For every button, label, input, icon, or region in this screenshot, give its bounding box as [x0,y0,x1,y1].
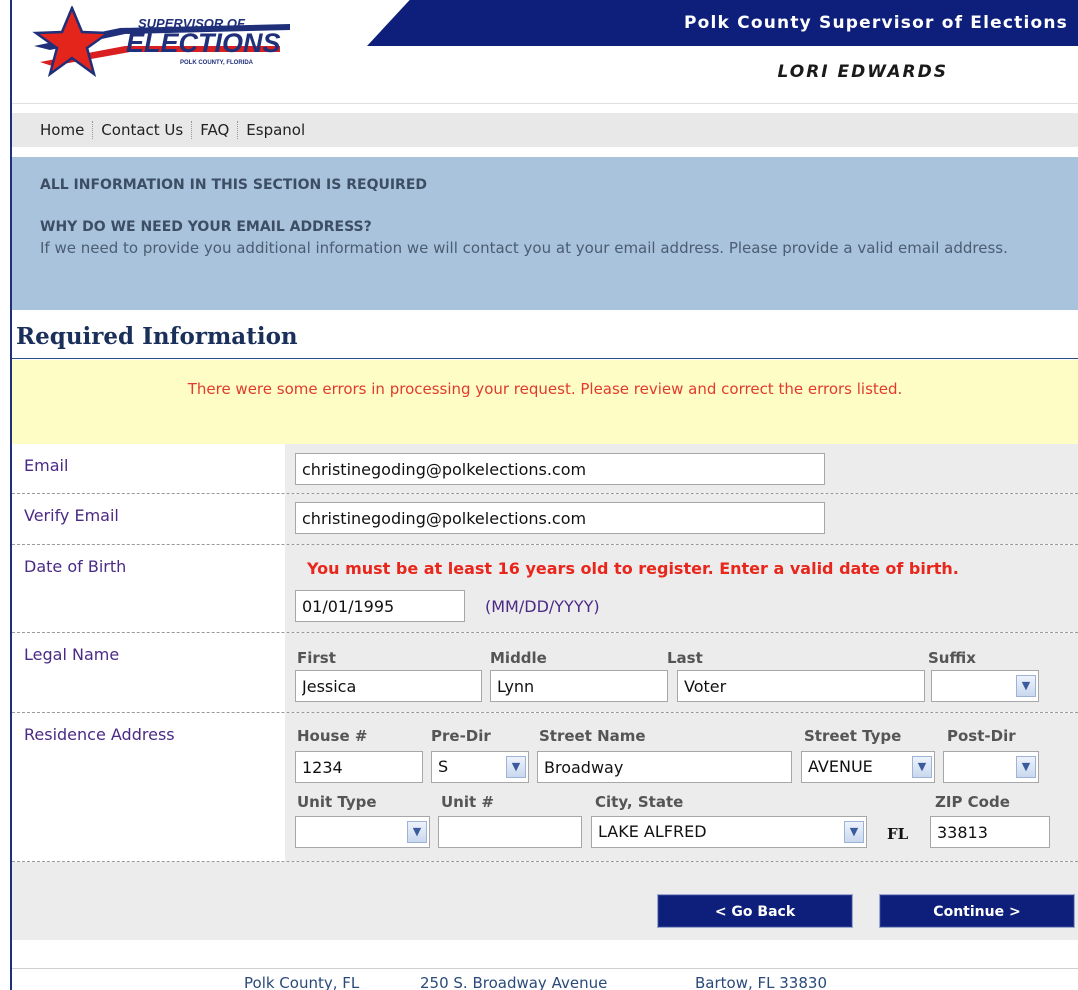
legal-name-field-cell: First Middle Last Suffix ▼ [285,633,1078,712]
email-row: Email [12,444,1078,494]
why-email-text: If we need to provide you additional inf… [40,239,1008,257]
address-field-cell: House # Pre-Dir S ▼ Street Name Street T… [285,713,1078,861]
pre-dir-value: S [438,757,449,776]
email-field-cell [285,444,1078,493]
street-name-input[interactable] [537,751,792,783]
unit-number-label: Unit # [441,793,494,811]
legal-name-row: Legal Name First Middle Last Suffix ▼ [12,633,1078,713]
unit-number-input[interactable] [438,816,582,848]
street-type-value: AVENUE [808,757,873,776]
dob-error: You must be at least 16 years old to reg… [307,559,959,578]
street-type-label: Street Type [804,727,902,745]
post-dir-select[interactable]: ▼ [943,751,1039,783]
continue-button[interactable]: Continue > [879,894,1075,928]
required-note: ALL INFORMATION IN THIS SECTION IS REQUI… [40,177,428,193]
footer-county: Polk County, FL [244,974,360,990]
legal-name-label: Legal Name [24,645,120,664]
site-title: Polk County Supervisor of Elections [683,13,1068,33]
footer-city: Bartow, FL 33830 [695,974,827,990]
middle-name-input[interactable] [490,670,668,702]
verify-email-field-cell [285,494,1078,544]
unit-type-select[interactable]: ▼ [295,816,430,848]
unit-type-label: Unit Type [297,793,377,811]
dob-row: Date of Birth You must be at least 16 ye… [12,545,1078,633]
chevron-down-icon[interactable]: ▼ [1016,756,1036,778]
verify-email-row: Verify Email [12,494,1078,545]
footer-street: 250 S. Broadway Avenue [420,974,608,990]
last-name-input[interactable] [677,670,925,702]
info-panel: ALL INFORMATION IN THIS SECTION IS REQUI… [12,157,1078,310]
city-value: LAKE ALFRED [598,822,707,841]
zip-code-input[interactable] [930,816,1050,848]
button-bar: < Go Back Continue > [12,862,1078,940]
dob-input[interactable] [295,590,465,622]
chevron-down-icon[interactable]: ▼ [506,756,526,778]
dob-field-cell: You must be at least 16 years old to reg… [285,545,1078,632]
nav-home[interactable]: Home [32,121,92,139]
chevron-down-icon[interactable]: ▼ [844,821,864,843]
error-summary: There were some errors in processing you… [12,360,1078,444]
pre-dir-select[interactable]: S ▼ [431,751,529,783]
nav-contact-us[interactable]: Contact Us [93,121,191,139]
verify-email-label: Verify Email [24,506,119,525]
state-code: FL [887,825,909,843]
footer-divider [12,968,1078,969]
top-nav: Home Contact Us FAQ Espanol [12,113,1078,147]
star-logo-icon: SUPERVISOR OF ELECTIONS POLK COUNTY, FLO… [32,4,290,78]
post-dir-label: Post-Dir [947,727,1016,745]
first-name-label: First [297,649,336,667]
city-select[interactable]: LAKE ALFRED ▼ [591,816,867,848]
chevron-down-icon[interactable]: ▼ [912,756,932,778]
dob-format-hint: (MM/DD/YYYY) [485,597,600,616]
section-divider [12,358,1078,359]
supervisor-name: LORI EDWARDS [777,62,948,82]
middle-name-label: Middle [490,649,547,667]
verify-email-input[interactable] [295,502,825,534]
zip-code-label: ZIP Code [935,793,1010,811]
dob-label: Date of Birth [24,557,127,576]
email-label: Email [24,456,69,475]
nav-faq[interactable]: FAQ [192,121,237,139]
go-back-button[interactable]: < Go Back [657,894,853,928]
house-number-label: House # [297,727,368,745]
street-name-label: Street Name [539,727,646,745]
section-title: Required Information [16,323,298,350]
email-input[interactable] [295,453,825,485]
house-number-input[interactable] [295,751,423,783]
chevron-down-icon[interactable]: ▼ [407,821,427,843]
last-name-label: Last [667,649,703,667]
street-type-select[interactable]: AVENUE ▼ [801,751,935,783]
svg-text:POLK COUNTY, FLORIDA: POLK COUNTY, FLORIDA [180,60,254,66]
error-summary-text: There were some errors in processing you… [187,380,903,398]
page-frame: SUPERVISOR OF ELECTIONS POLK COUNTY, FLO… [10,0,1078,990]
why-email-heading: WHY DO WE NEED YOUR EMAIL ADDRESS? [40,219,372,235]
elections-logo[interactable]: SUPERVISOR OF ELECTIONS POLK COUNTY, FLO… [30,4,300,78]
suffix-label: Suffix [928,649,976,667]
first-name-input[interactable] [295,670,482,702]
pre-dir-label: Pre-Dir [431,727,491,745]
chevron-down-icon[interactable]: ▼ [1016,675,1036,697]
site-header: SUPERVISOR OF ELECTIONS POLK COUNTY, FLO… [12,0,1078,104]
city-state-label: City, State [595,793,684,811]
title-banner: Polk County Supervisor of Elections [367,0,1078,46]
residence-address-row: Residence Address House # Pre-Dir S ▼ St… [12,713,1078,862]
suffix-select[interactable]: ▼ [931,670,1039,702]
residence-address-label: Residence Address [24,725,175,744]
nav-espanol[interactable]: Espanol [238,121,313,139]
svg-text:ELECTIONS: ELECTIONS [126,28,281,58]
